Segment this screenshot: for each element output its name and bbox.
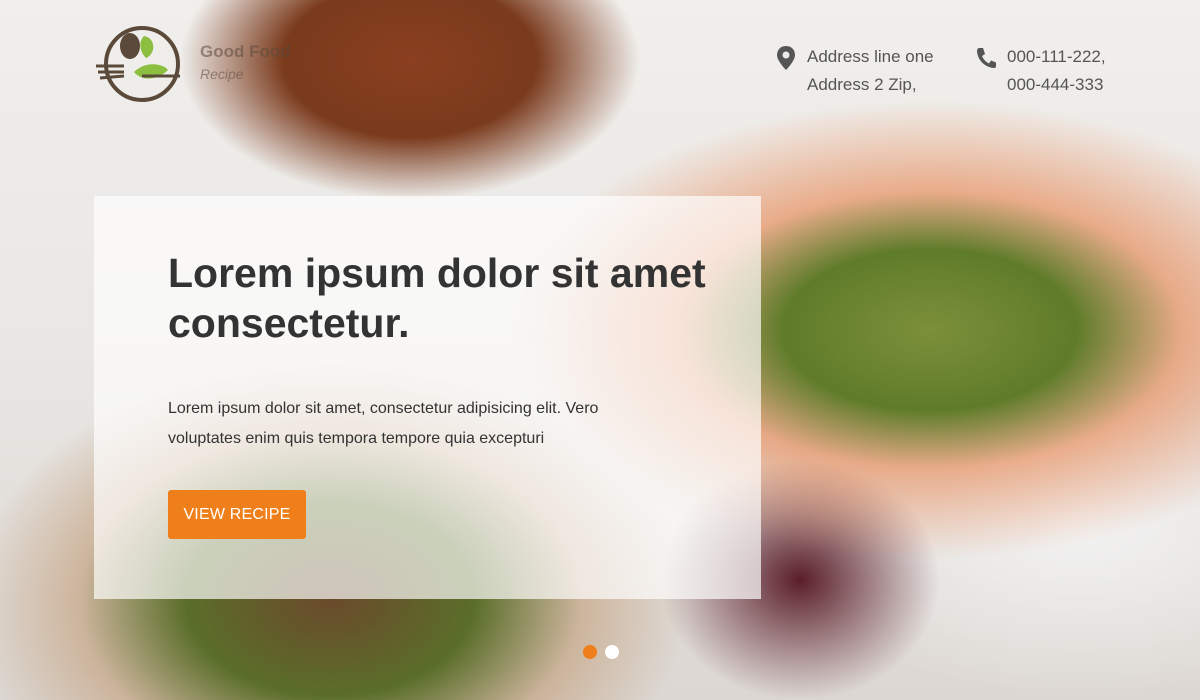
header-address: Address line one Address 2 Zip,	[775, 43, 934, 99]
brand-name: Good Food	[200, 42, 291, 61]
slider-pagination	[583, 645, 619, 659]
hero-description: Lorem ipsum dolor sit amet, consectetur …	[168, 400, 599, 447]
address-line-2: Address 2 Zip,	[807, 75, 917, 94]
brand-tagline: Recipe	[200, 66, 244, 82]
header-phone: 000-111-222, 000-444-333	[975, 43, 1106, 99]
phone-line-1[interactable]: 000-111-222,	[1007, 43, 1106, 71]
view-recipe-button[interactable]: VIEW RECIPE	[168, 490, 306, 539]
site-logo[interactable]: Good Food Recipe	[94, 24, 291, 104]
hero-caption-panel: Lorem ipsum dolor sit amet consectetur. …	[94, 196, 761, 599]
phone-icon	[977, 48, 996, 68]
slider-dot-2[interactable]	[605, 645, 619, 659]
location-pin-icon	[777, 46, 795, 70]
address-line-1: Address line one	[807, 47, 934, 66]
logo-mark-icon	[96, 26, 180, 102]
hero-headline: Lorem ipsum dolor sit amet consectetur.	[168, 250, 706, 346]
brand-text: Good Food Recipe	[200, 42, 291, 82]
phone-line-2[interactable]: 000-444-333	[1007, 71, 1106, 99]
slider-dot-1-active[interactable]	[583, 645, 597, 659]
